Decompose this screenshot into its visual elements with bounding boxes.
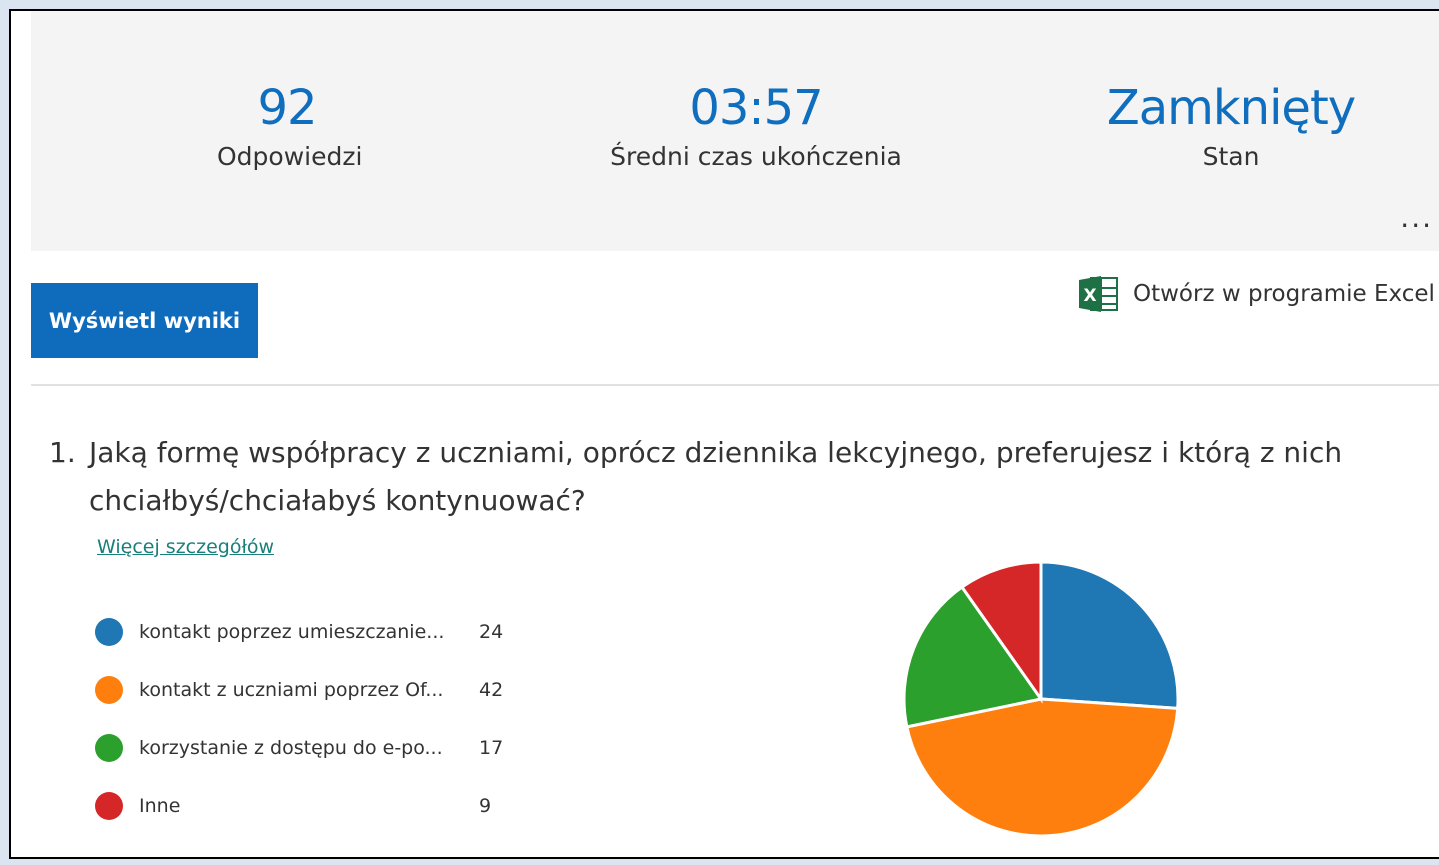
status-value: Zamknięty — [1106, 80, 1356, 136]
avg-time-label: Średni czas ukończenia — [610, 142, 902, 171]
legend-label: kontakt poprzez umieszczanie... — [139, 621, 445, 643]
legend-label: korzystanie z dostępu do e-po... — [139, 737, 443, 759]
legend-item: kontakt poprzez umieszczanie... 24 — [95, 603, 509, 661]
view-results-button[interactable]: Wyświetl wyniki — [31, 283, 258, 358]
more-options-icon[interactable]: ... — [1400, 203, 1433, 233]
legend-color-dot — [95, 792, 123, 820]
open-in-excel-link[interactable]: X Otwórz w programie Excel — [1077, 274, 1435, 314]
legend-value: 42 — [479, 679, 504, 701]
legend-color-dot — [95, 734, 123, 762]
responses-stat: 92 Odpowiedzi — [217, 77, 363, 175]
legend-item: kontakt z uczniami poprzez Of... 42 — [95, 661, 509, 719]
question-text: Jaką formę współpracy z uczniami, oprócz… — [89, 436, 1343, 517]
responses-label: Odpowiedzi — [217, 142, 363, 171]
avg-time-stat: 03:57 Średni czas ukończenia — [591, 77, 921, 175]
legend-value: 24 — [479, 621, 504, 643]
avg-time-value: 03:57 — [689, 80, 823, 136]
status-stat: Zamknięty Stan — [1091, 77, 1371, 175]
question-number: 1. — [49, 436, 76, 469]
excel-icon: X — [1077, 274, 1121, 314]
responses-count: 92 — [257, 80, 317, 136]
legend-label: Inne — [139, 795, 181, 817]
svg-text:X: X — [1083, 286, 1096, 306]
question-block: 1. Jaką formę współpracy z uczniami, opr… — [49, 429, 1369, 525]
chart-legend: kontakt poprzez umieszczanie... 24 kontakt… — [95, 603, 509, 835]
legend-item: Inne 9 — [95, 777, 509, 835]
legend-value: 9 — [479, 795, 492, 817]
results-panel: 92 Odpowiedzi 03:57 Średni czas ukończen… — [9, 9, 1439, 859]
legend-color-dot — [95, 618, 123, 646]
pie-chart — [891, 560, 1191, 861]
pie-chart-svg — [902, 560, 1180, 838]
legend-value: 17 — [479, 737, 504, 759]
divider — [31, 384, 1439, 386]
excel-link-label: Otwórz w programie Excel — [1133, 281, 1435, 307]
pie-slice[interactable] — [1039, 560, 1180, 710]
legend-item: korzystanie z dostępu do e-po... 17 — [95, 719, 509, 777]
more-details-link[interactable]: Więcej szczegółów — [97, 536, 274, 558]
summary-band: 92 Odpowiedzi 03:57 Średni czas ukończen… — [31, 11, 1439, 251]
legend-color-dot — [95, 676, 123, 704]
status-label: Stan — [1202, 142, 1260, 171]
legend-label: kontakt z uczniami poprzez Of... — [139, 679, 444, 701]
